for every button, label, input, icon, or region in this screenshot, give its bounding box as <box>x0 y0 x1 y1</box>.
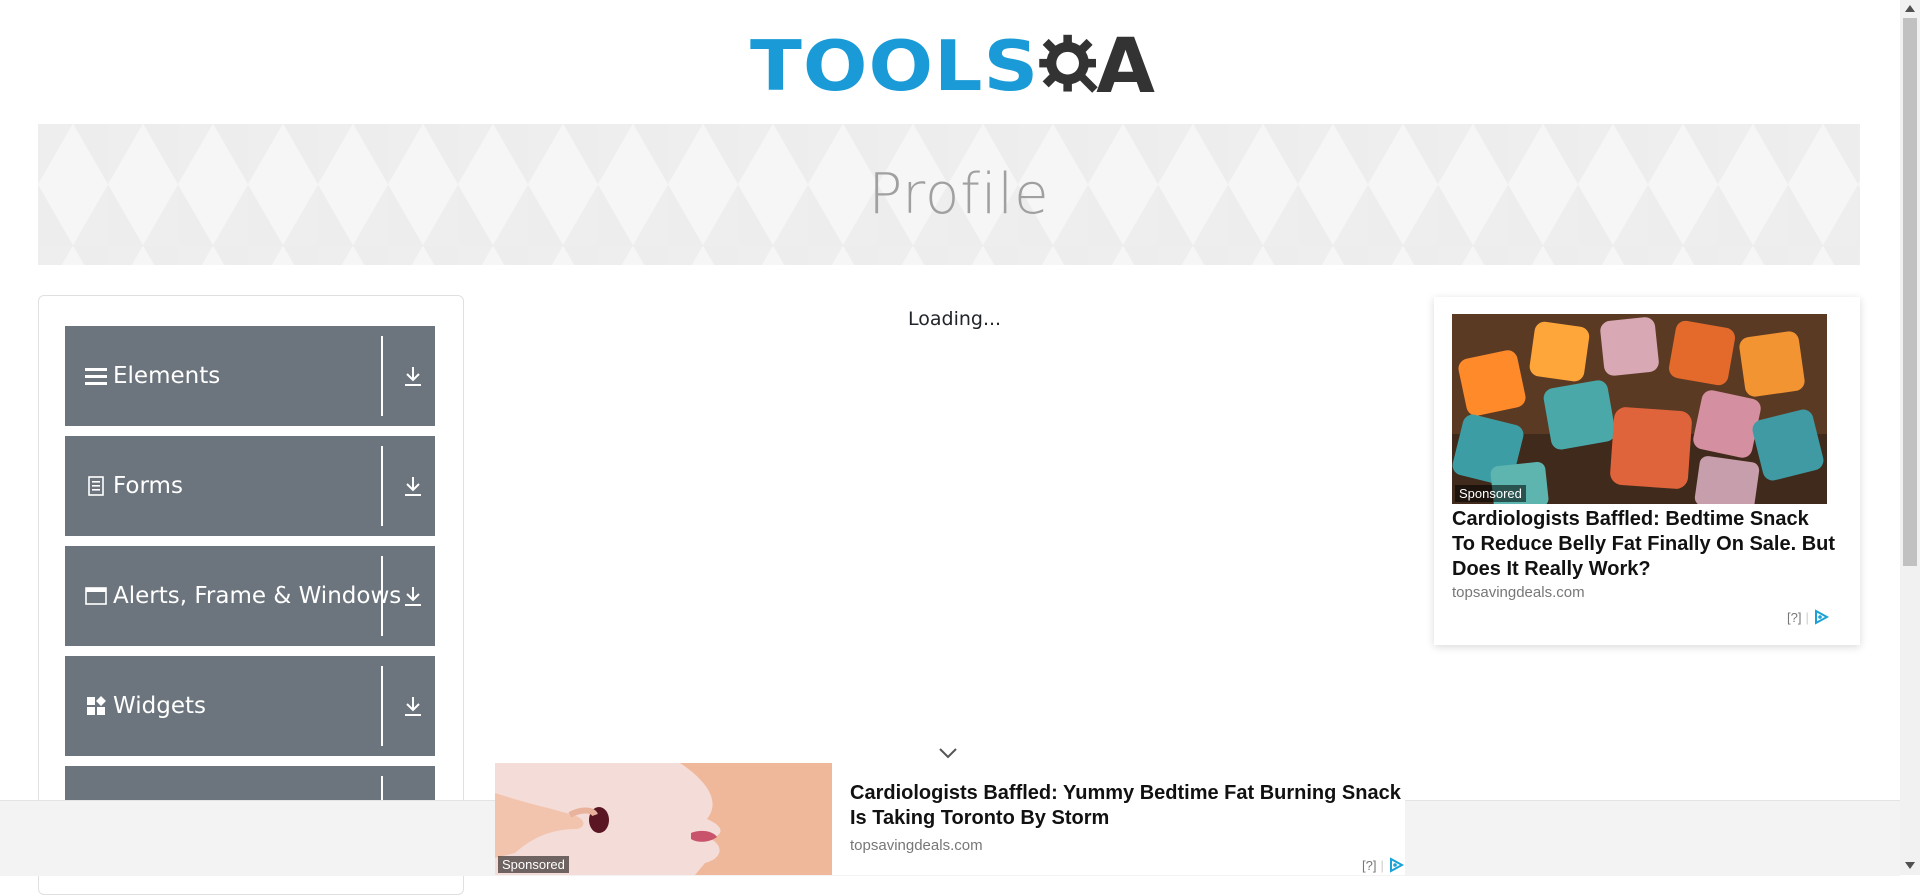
logo-text-a: A <box>1096 21 1155 110</box>
ad-image-woman[interactable]: Sponsored <box>495 763 832 875</box>
hamburger-icon <box>85 365 107 387</box>
sponsored-ad-right[interactable]: Sponsored Cardiologists Baffled: Bedtime… <box>1434 297 1860 645</box>
ad-help-link[interactable]: [?] <box>1787 610 1801 625</box>
sidebar-item-label: Widgets <box>113 693 206 719</box>
sponsored-label: Sponsored <box>498 856 569 873</box>
ad-domain[interactable]: topsavingdeals.com <box>1452 584 1585 601</box>
divider <box>381 556 383 636</box>
ad-headline[interactable]: Cardiologists Baffled: Yummy Bedtime Fat… <box>850 781 1410 831</box>
sidebar-item-label: Forms <box>113 473 183 499</box>
divider <box>381 446 383 526</box>
ad-meta: [?] | <box>1362 857 1404 873</box>
sidebar-item-widgets[interactable]: Widgets <box>65 656 435 756</box>
sidebar-item-forms[interactable]: Forms <box>65 436 435 536</box>
adchoices-icon[interactable] <box>1813 609 1829 625</box>
sidebar-item-label: Elements <box>113 363 221 389</box>
logo-text-tools: TOOLS <box>750 24 1040 107</box>
window-icon <box>85 585 107 607</box>
download-icon[interactable] <box>401 584 425 608</box>
vertical-scrollbar[interactable] <box>1900 0 1920 875</box>
sidebar-item-elements[interactable]: Elements <box>65 326 435 426</box>
ad-headline[interactable]: Cardiologists Baffled: Bedtime Snack To … <box>1452 507 1837 582</box>
ad-domain[interactable]: topsavingdeals.com <box>850 837 983 854</box>
gummies-image <box>1452 314 1827 504</box>
ad-separator: | <box>1380 857 1384 873</box>
sidebar-item-label: Alerts, Frame & Windows <box>113 583 402 609</box>
page-title: Profile <box>868 162 1050 227</box>
scroll-down-arrow-icon[interactable] <box>1905 862 1915 870</box>
sponsored-ad-bottom[interactable]: Sponsored Cardiologists Baffled: Yummy B… <box>495 763 1405 875</box>
divider <box>381 666 383 746</box>
divider <box>381 336 383 416</box>
ad-image-gummies[interactable]: Sponsored <box>1452 314 1827 504</box>
widgets-icon <box>85 695 107 717</box>
sponsored-label: Sponsored <box>1455 485 1526 502</box>
scrollbar-thumb[interactable] <box>1903 18 1917 566</box>
ad-meta: [?] | <box>1787 609 1829 625</box>
ad-help-link[interactable]: [?] <box>1362 858 1376 873</box>
document-icon <box>85 475 107 497</box>
scroll-up-arrow-icon[interactable] <box>1905 4 1915 12</box>
download-icon[interactable] <box>401 364 425 388</box>
ad-separator: | <box>1805 609 1809 625</box>
chevron-down-icon[interactable] <box>938 746 958 760</box>
toolsqa-logo[interactable]: TOOLS A <box>750 18 1155 114</box>
download-icon[interactable] <box>401 474 425 498</box>
download-icon[interactable] <box>401 694 425 718</box>
sidebar-item-alerts-frame-windows[interactable]: Alerts, Frame & Windows <box>65 546 435 646</box>
adchoices-icon[interactable] <box>1388 857 1404 873</box>
page-banner: Profile <box>38 124 1860 265</box>
loading-text: Loading... <box>908 308 1002 330</box>
